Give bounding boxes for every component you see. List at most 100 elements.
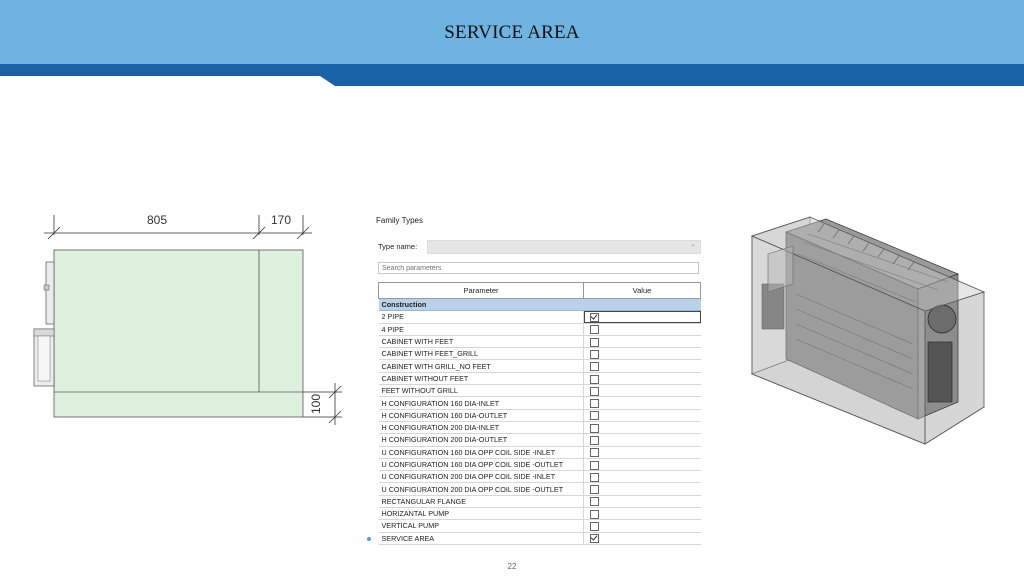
- parameter-name: 4 PIPE: [378, 323, 584, 336]
- parameter-value: [583, 433, 701, 447]
- parameter-row[interactable]: VERTICAL PUMP: [378, 519, 701, 533]
- parameter-value: [583, 384, 701, 398]
- parameter-value: [583, 507, 701, 521]
- parameter-row[interactable]: RECTANGULAR FLANGE: [378, 495, 701, 509]
- parameter-row[interactable]: 2 PIPE: [378, 310, 701, 324]
- parameter-row[interactable]: H CONFIGURATION 200 DIA-OUTLET: [378, 433, 701, 447]
- parameter-row[interactable]: FEET WITHOUT GRILL: [378, 384, 701, 398]
- parameter-value: [583, 421, 701, 435]
- header-band: [0, 64, 1024, 86]
- parameters-table: Parameter Value Construction 2 PIPE 4 PIP…: [378, 282, 701, 545]
- parameter-name: U CONFIGURATION 160 DIA OPP COIL SIDE -O…: [378, 458, 584, 472]
- checkbox-unchecked[interactable]: [590, 522, 599, 532]
- group-label: Construction: [378, 298, 701, 312]
- checkbox-unchecked[interactable]: [590, 436, 599, 445]
- parameter-name: U CONFIGURATION 160 DIA OPP COIL SIDE -I…: [378, 446, 584, 459]
- parameter-name: RECTANGULAR FLANGE: [378, 495, 584, 509]
- unit-3d-model: [750, 216, 986, 445]
- parameter-name: U CONFIGURATION 200 DIA OPP COIL SIDE -O…: [378, 482, 584, 496]
- header-band-shape: [0, 64, 1024, 86]
- checkbox-unchecked[interactable]: [590, 485, 599, 495]
- parameter-name: H CONFIGURATION 160 DIA-INLET: [378, 396, 584, 410]
- panel-title: Family Types: [376, 216, 423, 225]
- parameter-row[interactable]: CABINET WITH FEET: [378, 335, 701, 349]
- parameter-value: [583, 458, 701, 472]
- parameter-row[interactable]: H CONFIGURATION 160 DIA-INLET: [378, 396, 701, 410]
- checkbox-checked[interactable]: [590, 313, 599, 323]
- parameter-name: H CONFIGURATION 160 DIA-OUTLET: [378, 409, 584, 422]
- checkbox-unchecked[interactable]: [590, 497, 599, 507]
- checkbox-unchecked[interactable]: [590, 374, 599, 384]
- parameter-value: [583, 359, 701, 373]
- parameter-name: H CONFIGURATION 200 DIA-INLET: [378, 421, 584, 435]
- parameter-row[interactable]: U CONFIGURATION 160 DIA OPP COIL SIDE -O…: [378, 458, 701, 472]
- search-input[interactable]: [378, 262, 699, 274]
- page-number: 22: [507, 562, 517, 571]
- row-marker: [367, 537, 371, 541]
- parameter-row[interactable]: H CONFIGURATION 200 DIA-INLET: [378, 421, 701, 435]
- parameter-value: [583, 372, 701, 386]
- parameter-row[interactable]: SERVICE AREA: [378, 532, 701, 545]
- parameter-value: [583, 409, 701, 422]
- column-header-parameter[interactable]: Parameter: [378, 282, 584, 299]
- checkbox-unchecked[interactable]: [590, 386, 599, 396]
- column-header-value[interactable]: Value: [583, 282, 701, 299]
- parameter-value: [583, 446, 701, 459]
- dimension-bottom: 100: [309, 394, 323, 414]
- service-area-drawing: 805 170 100: [33, 213, 342, 425]
- parameter-name: CABINET WITHOUT FEET: [378, 372, 584, 386]
- parameter-name: 2 PIPE: [378, 310, 584, 324]
- type-name-select[interactable]: ⌄: [427, 240, 701, 254]
- checkbox-unchecked[interactable]: [590, 472, 599, 482]
- checkbox-unchecked[interactable]: [590, 509, 599, 519]
- checkbox-unchecked[interactable]: [590, 423, 599, 433]
- parameter-name: U CONFIGURATION 200 DIA OPP COIL SIDE -I…: [378, 470, 584, 484]
- checkbox-unchecked[interactable]: [590, 448, 599, 458]
- group-row[interactable]: Construction: [378, 298, 701, 312]
- parameter-name: FEET WITHOUT GRILL: [378, 384, 584, 398]
- parameter-value: [583, 482, 701, 496]
- parameter-name: VERTICAL PUMP: [378, 519, 584, 533]
- parameter-value: [583, 335, 701, 349]
- dimension-side: 170: [271, 213, 291, 227]
- parameter-row[interactable]: U CONFIGURATION 160 DIA OPP COIL SIDE -I…: [378, 446, 701, 459]
- parameter-name: CABINET WITH GRILL_NO FEET: [378, 359, 584, 373]
- parameter-name: H CONFIGURATION 200 DIA-OUTLET: [378, 433, 584, 447]
- parameter-name: CABINET WITH FEET_GRILL: [378, 347, 584, 361]
- parameter-row[interactable]: CABINET WITH FEET_GRILL: [378, 347, 701, 361]
- dimension-width: 805: [147, 213, 167, 227]
- checkbox-unchecked[interactable]: [590, 325, 599, 335]
- checkbox-unchecked[interactable]: [590, 337, 599, 347]
- parameter-row[interactable]: CABINET WITH GRILL_NO FEET: [378, 359, 701, 373]
- parameter-value: [583, 470, 701, 484]
- parameter-value: [583, 347, 701, 361]
- checkbox-unchecked[interactable]: [590, 362, 599, 372]
- parameter-value: [583, 532, 701, 545]
- parameter-row[interactable]: U CONFIGURATION 200 DIA OPP COIL SIDE -I…: [378, 470, 701, 484]
- type-name-label: Type name:: [378, 242, 418, 251]
- parameter-value: [583, 519, 701, 533]
- parameter-value: [583, 495, 701, 509]
- slide-header: SERVICE AREA: [0, 0, 1024, 66]
- parameter-value: [583, 310, 701, 324]
- fan-motor-icon: [927, 304, 957, 334]
- chevron-down-icon: ⌄: [690, 241, 696, 248]
- unit-side-part: [45, 261, 55, 325]
- family-types-panel: Family Types Type name: ⌄ Parameter Valu…: [367, 210, 702, 550]
- checkbox-unchecked[interactable]: [590, 411, 599, 421]
- parameter-row[interactable]: 4 PIPE: [378, 323, 701, 336]
- checkbox-unchecked[interactable]: [590, 399, 599, 409]
- parameter-row[interactable]: H CONFIGURATION 160 DIA-OUTLET: [378, 409, 701, 422]
- parameter-row[interactable]: CABINET WITHOUT FEET: [378, 372, 701, 386]
- parameter-value: [583, 396, 701, 410]
- checkbox-unchecked[interactable]: [590, 349, 599, 359]
- page-title: SERVICE AREA: [444, 22, 580, 43]
- parameter-name: CABINET WITH FEET: [378, 335, 584, 349]
- parameter-row[interactable]: U CONFIGURATION 200 DIA OPP COIL SIDE -O…: [378, 482, 701, 496]
- checkbox-unchecked[interactable]: [590, 460, 599, 470]
- checkbox-checked[interactable]: [590, 534, 599, 544]
- parameter-row[interactable]: HORIZANTAL PUMP: [378, 507, 701, 521]
- parameter-value: [583, 323, 701, 336]
- parameter-name: SERVICE AREA: [378, 532, 584, 545]
- parameter-name: HORIZANTAL PUMP: [378, 507, 584, 521]
